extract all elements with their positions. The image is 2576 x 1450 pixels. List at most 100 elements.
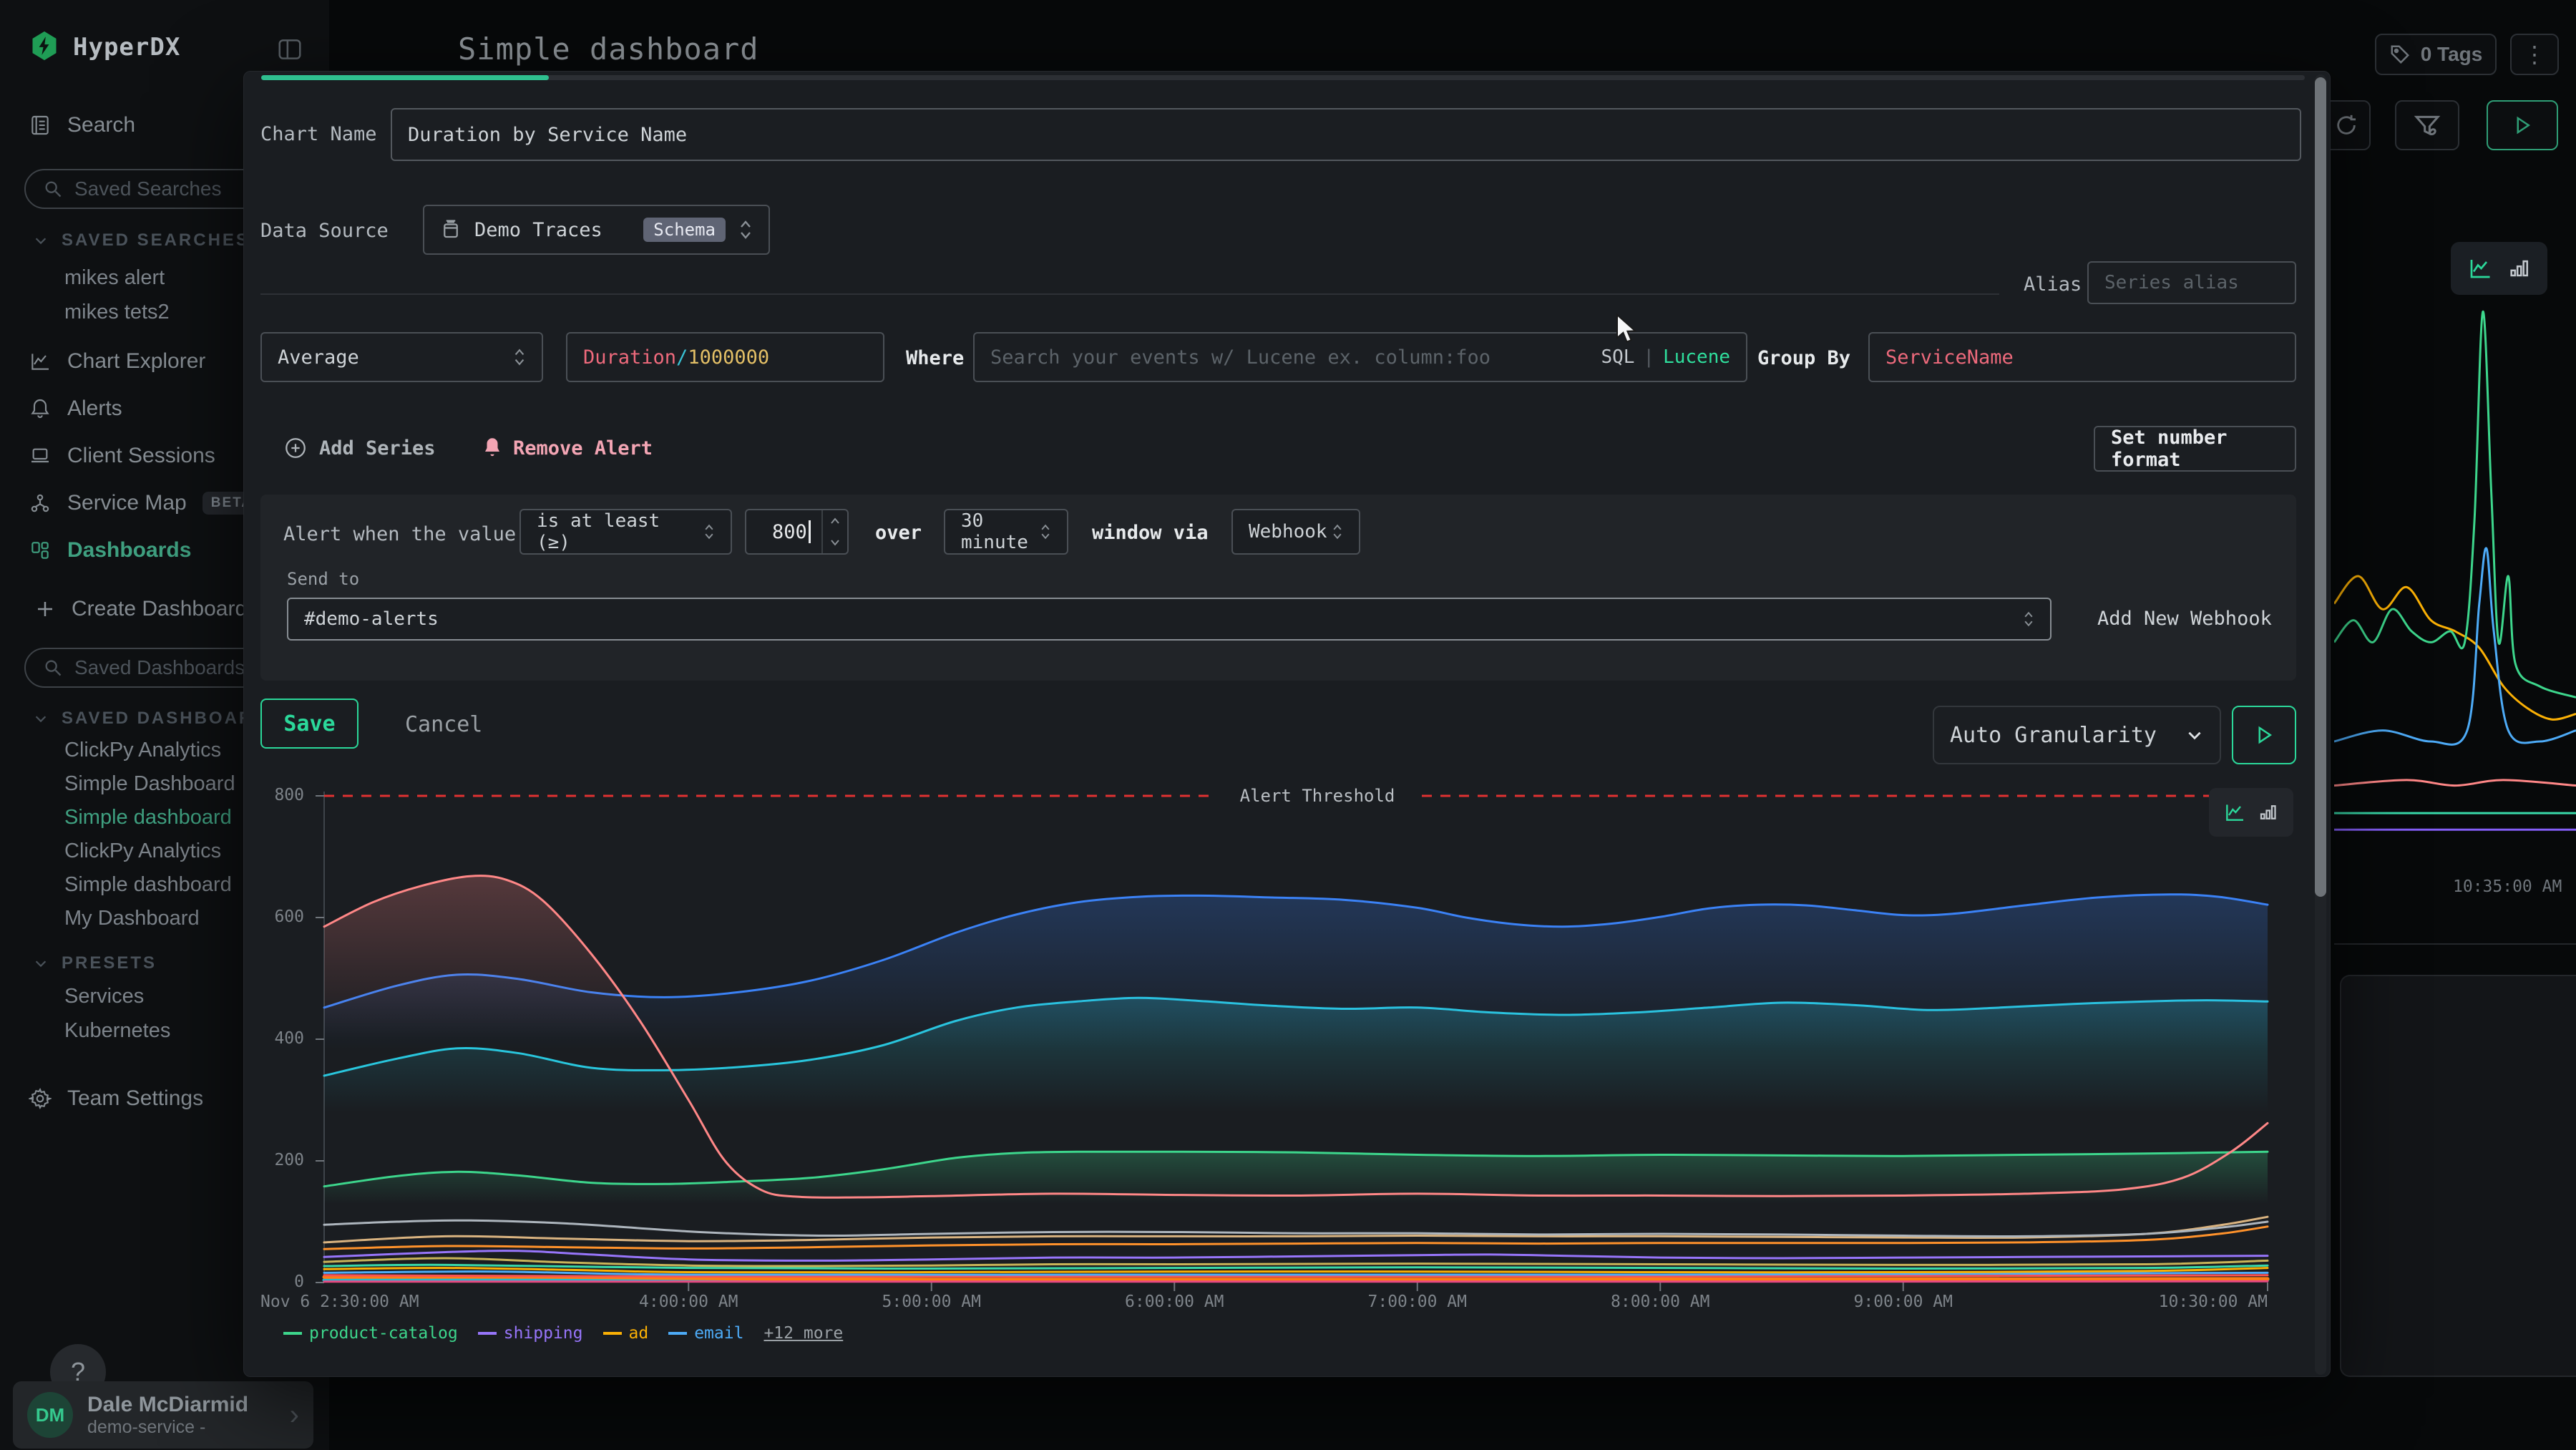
refresh-icon — [2334, 113, 2358, 137]
bar-chart-icon[interactable] — [2507, 256, 2532, 281]
search-icon — [43, 658, 63, 678]
filter-button[interactable] — [2395, 100, 2459, 150]
plus-icon — [34, 598, 56, 620]
alias-label: Alias — [2024, 273, 2082, 296]
brand[interactable]: HyperDX — [29, 30, 180, 64]
granularity-select[interactable]: Auto Granularity — [1933, 706, 2221, 764]
line-chart-icon[interactable] — [2223, 801, 2246, 824]
sidebar-item-alerts[interactable]: Alerts — [29, 396, 122, 421]
timeseries-chart[interactable]: Alert Threshold — [308, 781, 2283, 1310]
set-number-format-button[interactable]: Set number format — [2094, 426, 2296, 472]
legend-item-email[interactable]: email — [668, 1324, 743, 1343]
sidebar-item-client-sessions[interactable]: Client Sessions — [29, 444, 215, 468]
alert-over-label: over — [875, 522, 922, 544]
expression-input[interactable]: Duration/1000000 — [566, 332, 884, 382]
add-series-button[interactable]: Add Series — [283, 436, 436, 460]
modal-scrollbar-thumb[interactable] — [2315, 77, 2326, 897]
unfold-icon — [2023, 609, 2034, 629]
legend-swatch — [283, 1332, 302, 1335]
alert-window-select[interactable]: 30 minute — [944, 509, 1068, 555]
x-axis-label: 4:00:00 AM — [639, 1293, 738, 1311]
tags-button[interactable]: 0 Tags — [2375, 34, 2497, 75]
sidebar-item-team-settings[interactable]: Team Settings — [29, 1086, 203, 1111]
sidebar-item-dashboards[interactable]: Dashboards — [29, 538, 191, 563]
kebab-icon: ⋮ — [2523, 41, 2546, 68]
sidebar-item-chart-explorer[interactable]: Chart Explorer — [29, 349, 205, 374]
hyperdx-logo-icon — [29, 30, 60, 64]
alert-prefix: Alert when the value — [283, 523, 516, 545]
group-by-input[interactable]: ServiceName — [1868, 332, 2296, 382]
sidebar-item-search[interactable]: Search — [29, 113, 135, 137]
saved-dashboards-placeholder: Saved Dashboards — [74, 656, 245, 679]
legend-swatch — [478, 1332, 497, 1335]
alert-channel-select[interactable]: Webhook — [1231, 509, 1360, 555]
laptop-icon — [29, 444, 52, 467]
bar-chart-icon[interactable] — [2258, 802, 2279, 823]
alias-input[interactable]: Series alias — [2087, 261, 2296, 304]
user-card[interactable]: DM Dale McDiarmid demo-service - › — [13, 1381, 313, 1449]
unfold-icon — [1332, 522, 1343, 542]
number-spinner[interactable] — [821, 510, 847, 553]
y-axis-label: 0 — [250, 1273, 304, 1291]
saved-dashboard-item[interactable]: ClickPy Analytics — [64, 840, 221, 863]
saved-dashboard-item[interactable]: Simple dashboard — [64, 806, 232, 829]
saved-dashboard-item[interactable]: Simple dashboard — [64, 873, 232, 897]
text-caret — [809, 520, 811, 543]
send-to-select[interactable]: #demo-alerts — [287, 598, 2051, 641]
service-map-icon — [29, 492, 52, 515]
alert-operator-select[interactable]: is at least (≥) — [519, 509, 732, 555]
data-source-select[interactable]: Demo Traces Schema — [423, 205, 770, 255]
dashboards-icon — [29, 539, 52, 562]
aggregation-select[interactable]: Average — [260, 332, 543, 382]
kebab-menu-button[interactable]: ⋮ — [2510, 34, 2559, 75]
create-dashboard-button[interactable]: Create Dashboard — [34, 597, 247, 621]
legend-swatch — [668, 1332, 687, 1335]
sidebar-item-label: Search — [67, 113, 135, 137]
presets-header[interactable]: PRESETS — [33, 953, 157, 973]
run-chart-button[interactable] — [2232, 706, 2296, 764]
preset-item[interactable]: Kubernetes — [64, 1019, 170, 1043]
avatar: DM — [27, 1392, 73, 1438]
play-icon — [2253, 724, 2275, 746]
background-preview-chart — [2334, 301, 2576, 852]
sql-mode-toggle[interactable]: SQL — [1601, 346, 1634, 368]
chart-type-toggle[interactable] — [2209, 788, 2293, 837]
preset-item[interactable]: Services — [64, 985, 144, 1008]
database-icon — [440, 219, 462, 240]
play-icon — [2512, 115, 2533, 136]
lucene-mode-toggle[interactable]: Lucene — [1663, 346, 1730, 368]
legend-item-ad[interactable]: ad — [603, 1324, 649, 1343]
add-new-webhook-button[interactable]: Add New Webhook — [2097, 608, 2272, 630]
schema-badge: Schema — [643, 218, 726, 242]
x-axis-label: 9:00:00 AM — [1854, 1293, 1953, 1311]
chart-legend: product-catalog shipping ademail +12 more — [283, 1324, 843, 1343]
x-axis-label: 8:00:00 AM — [1611, 1293, 1709, 1311]
team-settings-label: Team Settings — [67, 1086, 203, 1111]
legend-item-product-catalog[interactable]: product-catalog — [283, 1324, 458, 1343]
alert-threshold-label: Alert Threshold — [1240, 786, 1395, 806]
background-chart-type-toggle[interactable] — [2451, 242, 2547, 295]
save-button[interactable]: Save — [260, 699, 358, 749]
legend-item--12-more[interactable]: +12 more — [763, 1324, 843, 1343]
line-chart-icon[interactable] — [2467, 256, 2493, 281]
bell-icon — [482, 436, 503, 460]
sidebar-collapse-icon[interactable] — [276, 36, 303, 66]
chevron-down-icon — [33, 711, 49, 726]
saved-search-item[interactable]: mikes tets2 — [64, 301, 170, 324]
background-divider — [2334, 943, 2576, 945]
remove-alert-button[interactable]: Remove Alert — [482, 436, 653, 460]
saved-dashboard-item[interactable]: ClickPy Analytics — [64, 739, 221, 762]
alert-threshold-input[interactable]: 800 — [745, 509, 849, 555]
progress-track — [261, 75, 2305, 80]
saved-dashboard-item[interactable]: Simple Dashboard — [64, 772, 235, 796]
saved-search-item[interactable]: mikes alert — [64, 266, 165, 290]
saved-searches-header[interactable]: SAVED SEARCHES — [33, 230, 250, 250]
run-query-button[interactable] — [2487, 100, 2558, 150]
cancel-button[interactable]: Cancel — [405, 712, 482, 737]
chart-name-input[interactable]: Duration by Service Name — [391, 108, 2301, 161]
saved-dashboard-item[interactable]: My Dashboard — [64, 907, 200, 930]
sidebar-item-service-map[interactable]: Service MapBETA — [29, 491, 261, 515]
tag-icon — [2389, 44, 2411, 65]
legend-item-shipping[interactable]: shipping — [478, 1324, 583, 1343]
progress-bar — [261, 75, 549, 80]
